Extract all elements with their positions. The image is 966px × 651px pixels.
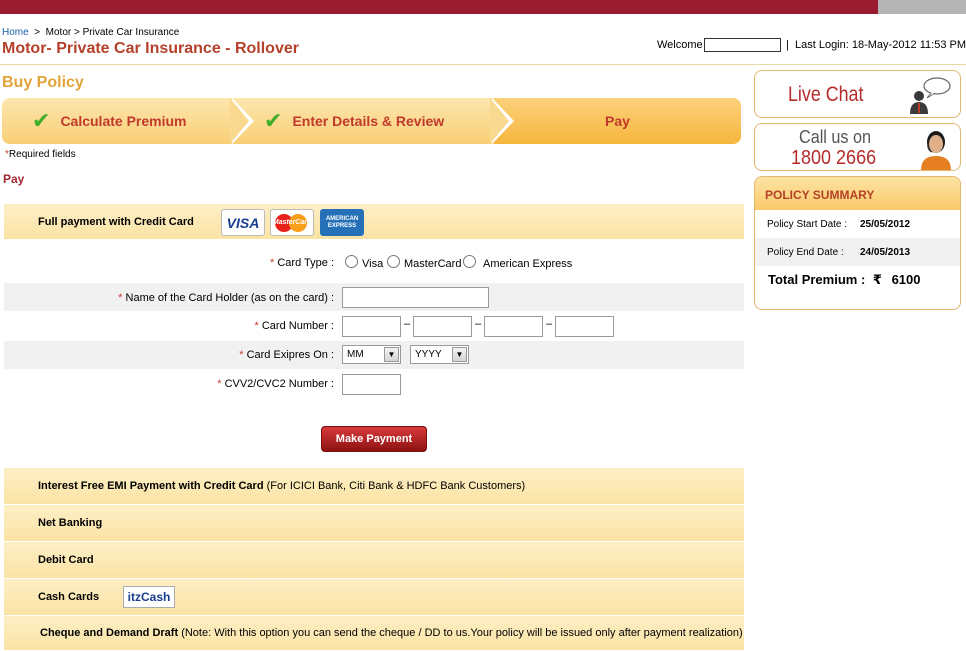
step-label: Calculate Premium — [60, 113, 187, 129]
card-number-input-1[interactable] — [342, 316, 401, 337]
expiry-row: * Card Exipres On : MM ▼ YYYY ▼ — [4, 341, 744, 369]
policy-summary: POLICY SUMMARY Policy Start Date : 25/05… — [754, 176, 961, 310]
card-expiry-label: * Card Exipres On : — [239, 349, 334, 361]
top-bar-login-tab[interactable] — [878, 0, 966, 14]
policy-start-label: Policy Start Date : — [767, 219, 848, 230]
call-us-banner[interactable]: Call us on 1800 2666 — [754, 123, 961, 171]
radio-visa-label: Visa — [362, 258, 384, 270]
card-number-input-2[interactable] — [413, 316, 472, 337]
card-number-row: * Card Number : – – – — [4, 312, 744, 340]
cheque-note: (Note: With this option you can send the… — [181, 627, 743, 639]
welcome-label: Welcome — [657, 39, 703, 51]
total-premium: Total Premium : ₹ 6100 — [768, 272, 921, 288]
emi-option[interactable]: Interest Free EMI Payment with Credit Ca… — [4, 468, 744, 505]
policy-end-row: Policy End Date : 24/05/2013 — [755, 238, 960, 266]
chat-agent-icon — [910, 77, 951, 114]
radio-amex[interactable] — [463, 255, 476, 268]
cash-cards-option[interactable]: Cash Cards — [4, 579, 744, 616]
card-number-input-4[interactable] — [555, 316, 614, 337]
last-login-text: Last Login: 18-May-2012 11:53 PM — [794, 39, 966, 51]
mastercard-logo: MasterCard — [270, 209, 314, 236]
card-type-label: * Card Type : — [270, 257, 335, 269]
emi-note: (For ICICI Bank, Citi Bank & HDFC Bank C… — [266, 480, 526, 492]
visa-logo: VISA — [221, 209, 265, 236]
card-number-separator: – — [546, 318, 553, 330]
itzcash-logo: itzCash — [123, 586, 175, 608]
card-holder-label: * Name of the Card Holder (as on the car… — [118, 292, 334, 304]
breadcrumb: Home > Motor > Private Car Insurance — [2, 27, 179, 38]
breadcrumb-separator: > — [74, 27, 80, 38]
card-number-separator: – — [475, 318, 482, 330]
cheque-title: Cheque and Demand Draft — [40, 627, 179, 639]
step-separator — [490, 98, 509, 144]
radio-mastercard[interactable] — [387, 255, 400, 268]
breadcrumb-home-link[interactable]: Home — [2, 27, 29, 38]
checkmark-icon: ✔ — [32, 108, 51, 133]
required-note: *Required fields — [5, 149, 76, 160]
card-number-input-3[interactable] — [484, 316, 543, 337]
total-premium-value: 6100 — [891, 272, 921, 287]
rupee-icon: ₹ — [872, 272, 882, 287]
welcome-user-field — [704, 38, 781, 52]
cash-cards-title: Cash Cards — [38, 591, 100, 603]
step-enter-details[interactable]: ✔ Enter Details & Review — [234, 98, 502, 144]
support-agent-icon — [921, 131, 951, 170]
breadcrumb-separator: > — [34, 27, 41, 38]
card-number-separator: – — [404, 318, 411, 330]
step-separator — [230, 98, 249, 144]
policy-end-value: 24/05/2013 — [860, 247, 911, 258]
net-banking-title: Net Banking — [38, 517, 103, 529]
credit-card-title: Full payment with Credit Card — [38, 215, 194, 228]
pay-heading: Pay — [3, 172, 25, 186]
progress-steps: ✔ Calculate Premium ✔ Enter Details & Re… — [2, 98, 741, 144]
policy-summary-heading: POLICY SUMMARY — [755, 177, 960, 210]
policy-end-label: Policy End Date : — [767, 247, 844, 258]
net-banking-option[interactable]: Net Banking — [4, 505, 744, 542]
card-holder-input[interactable] — [342, 287, 489, 308]
page-title: Motor- Private Car Insurance - Rollover — [2, 40, 299, 57]
expiry-year-select[interactable]: YYYY ▼ — [410, 345, 469, 364]
header-divider-line — [0, 64, 966, 65]
last-login: | Last Login: 18-May-2012 11:53 PM — [786, 39, 966, 51]
make-payment-button[interactable]: Make Payment — [321, 426, 427, 452]
debit-card-title: Debit Card — [38, 554, 94, 566]
chevron-down-icon: ▼ — [384, 347, 399, 362]
debit-card-option[interactable]: Debit Card — [4, 542, 744, 579]
call-us-text: Call us on — [799, 127, 872, 147]
cvv-label: * CVV2/CVC2 Number : — [217, 378, 334, 390]
radio-visa[interactable] — [345, 255, 358, 268]
section-title: Buy Policy — [2, 74, 84, 91]
amex-logo: AMERICAN EXPRESS — [320, 209, 364, 236]
card-number-label: * Card Number : — [254, 320, 334, 332]
credit-card-option[interactable]: Full payment with Credit Card — [4, 204, 744, 240]
cvv-row: * CVV2/CVC2 Number : — [4, 370, 744, 398]
required-note-text: Required fields — [8, 149, 76, 160]
checkmark-icon: ✔ — [264, 108, 283, 133]
header-divider: | — [786, 39, 789, 51]
radio-amex-label: American Express — [483, 258, 573, 270]
step-pay[interactable]: Pay — [494, 98, 741, 144]
expiry-month-select[interactable]: MM ▼ — [342, 345, 401, 364]
phone-number: 1800 2666 — [791, 147, 877, 169]
breadcrumb-current: Private Car Insurance — [82, 27, 180, 38]
step-calculate-premium[interactable]: ✔ Calculate Premium — [2, 98, 242, 144]
radio-mastercard-label: MasterCard — [404, 258, 462, 270]
step-label: Enter Details & Review — [292, 113, 445, 129]
live-chat-text: Live Chat — [788, 83, 864, 106]
cheque-option[interactable]: Cheque and Demand Draft (Note: With this… — [4, 616, 744, 651]
total-premium-label: Total Premium : — [768, 272, 866, 287]
chevron-down-icon: ▼ — [452, 347, 467, 362]
policy-start-row: Policy Start Date : 25/05/2012 — [755, 210, 960, 238]
policy-start-value: 25/05/2012 — [860, 219, 911, 230]
breadcrumb-motor: Motor — [45, 27, 72, 38]
emi-title: Interest Free EMI Payment with Credit Ca… — [38, 480, 264, 492]
top-bar — [0, 0, 966, 14]
holder-row: * Name of the Card Holder (as on the car… — [4, 283, 744, 311]
live-chat-banner[interactable]: Live Chat — [754, 70, 961, 118]
mastercard-logo-text: MasterCard — [272, 219, 312, 226]
step-label: Pay — [605, 113, 630, 129]
cvv-input[interactable] — [342, 374, 401, 395]
